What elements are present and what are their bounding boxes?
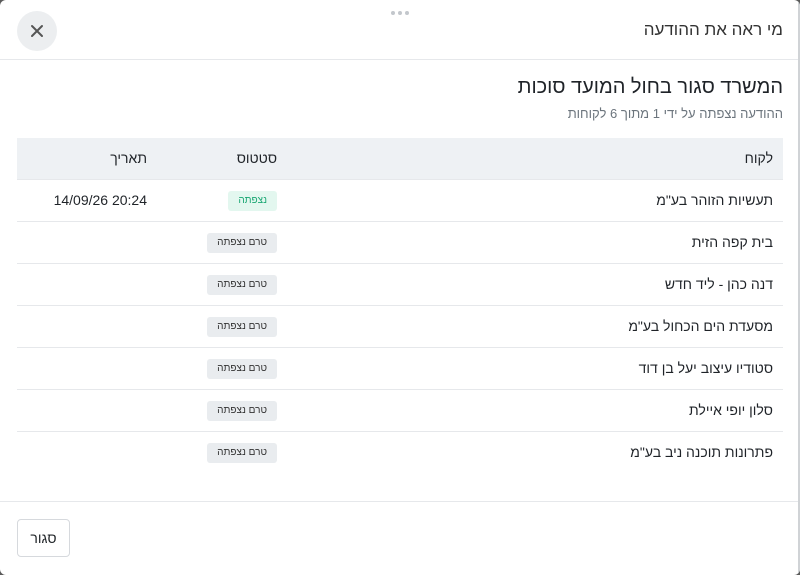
who-viewed-modal: מי ראה את ההודעה המשרד סגור בחול המועד ס… [0,0,800,575]
view-date: 14/09/26 20:24 [53,192,147,208]
status-cell: טרם נצפתה [157,263,287,305]
customer-name: דנה כהן - ליד חדש [664,276,773,292]
view-date [17,263,157,305]
customer-name: סלון יופי איילת [689,402,773,418]
status-badge: טרם נצפתה [207,316,277,337]
table-row: בית קפה הזית טרם נצפתה [17,221,783,263]
close-button[interactable] [17,11,57,51]
table-row: דנה כהן - ליד חדש טרם נצפתה [17,263,783,305]
view-date [17,221,157,263]
modal-footer: סגור [0,501,800,575]
column-header-status: סטטוס [236,150,277,167]
viewers-table: לקוח סטטוס תאריך תעשיות הזוהר בע"מ נצפתה 1… [17,138,783,473]
column-header-date: תאריך [110,150,147,167]
customer-name: בית קפה הזית [691,234,773,250]
close-footer-button[interactable]: סגור [17,519,70,557]
status-badge: טרם נצפתה [207,442,277,463]
customer-name: מסעדת הים הכחול בע"מ [628,318,773,334]
status-cell: טרם נצפתה [157,431,287,473]
customer-name: תעשיות הזוהר בע"מ [656,192,773,208]
close-icon [31,25,43,37]
status-badge: טרם נצפתה [207,232,277,253]
customer-name: פתרונות תוכנה ניב בע"מ [630,444,773,461]
status-cell: טרם נצפתה [157,389,287,431]
view-date [17,305,157,347]
column-header-customer: לקוח [744,150,773,167]
table-row: פתרונות תוכנה ניב בע"מ טרם נצפתה [17,431,783,473]
modal-header: מי ראה את ההודעה [0,0,800,60]
status-badge: טרם נצפתה [207,274,277,295]
message-title: המשרד סגור בחול המועד סוכות [517,76,783,98]
status-badge: נצפתה [228,190,277,211]
table-row: מסעדת הים הכחול בע"מ טרם נצפתה [17,305,783,347]
view-date [17,431,157,473]
modal-title: מי ראה את ההודעה [643,20,783,39]
customer-name: סטודיו עיצוב יעל בן דוד [638,360,773,376]
status-badge: טרם נצפתה [207,400,277,421]
table-row: תעשיות הזוהר בע"מ נצפתה 14/09/26 20:24 [17,179,783,221]
status-cell: נצפתה [157,179,287,221]
status-cell: טרם נצפתה [157,221,287,263]
message-view-summary: ההודעה נצפתה על ידי 1 מתוך 6 לקוחות [567,106,783,121]
status-cell: טרם נצפתה [157,305,287,347]
view-date [17,347,157,389]
table-header-row: לקוח סטטוס תאריך [17,138,783,179]
table-row: סלון יופי איילת טרם נצפתה [17,389,783,431]
status-cell: טרם נצפתה [157,347,287,389]
view-date [17,389,157,431]
status-badge: טרם נצפתה [207,358,277,379]
table-row: סטודיו עיצוב יעל בן דוד טרם נצפתה [17,347,783,389]
